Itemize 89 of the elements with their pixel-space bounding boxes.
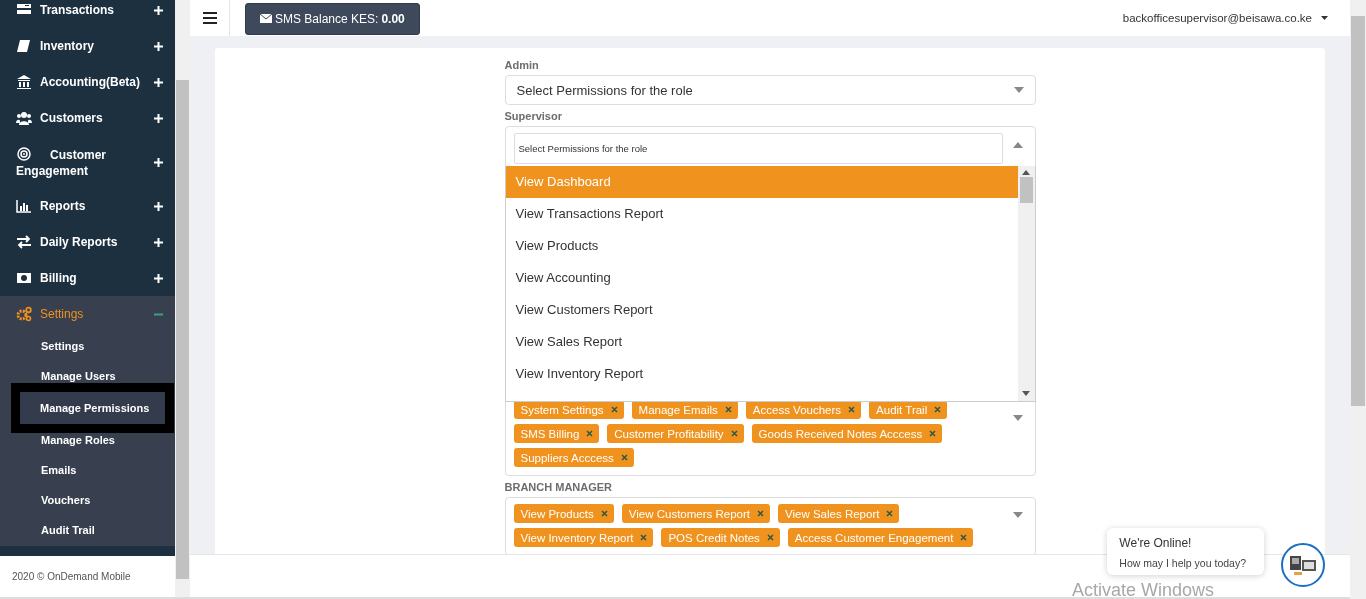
remove-icon[interactable] [960, 534, 968, 541]
permission-tag: Manage Emails [631, 400, 738, 419]
submenu-item[interactable]: Audit Trail [21, 514, 162, 546]
people-icon [16, 110, 32, 126]
sidebar-item[interactable]: Transactions [0, 0, 175, 28]
caret-down-icon[interactable] [1012, 512, 1023, 518]
gears-icon [16, 306, 32, 322]
sidebar-item[interactable]: Accounting(Beta) [0, 64, 175, 100]
user-menu[interactable]: backofficesupervisor@beisawa.co.ke [1122, 12, 1328, 24]
plus-icon [154, 41, 163, 51]
submenu-item[interactable]: Manage Roles [21, 424, 162, 456]
remove-icon[interactable] [848, 406, 856, 413]
option-item[interactable]: View Customers Report [505, 294, 1018, 326]
scroll-down-icon[interactable] [1022, 391, 1030, 396]
option-item[interactable]: View Accounting [505, 262, 1018, 294]
scroll-thumb[interactable] [1019, 177, 1033, 203]
caret-down-icon [1321, 16, 1328, 20]
permission-tag: SMS Billing [513, 424, 600, 443]
plus-icon [154, 237, 163, 247]
copyright-text: 2020 © OnDemand Mobile [12, 571, 131, 582]
remove-icon[interactable] [757, 510, 765, 517]
dropdown-scrollbar[interactable] [1017, 166, 1035, 401]
sidebar-item[interactable]: Billing [0, 260, 175, 296]
chat-message: How may I help you today? [1119, 557, 1246, 569]
remove-icon[interactable] [934, 406, 942, 413]
plus-icon [154, 157, 163, 167]
caret-down-icon[interactable] [1012, 415, 1023, 421]
sidebar-item[interactable]: Daily Reports [0, 224, 175, 260]
option-item[interactable]: View Inventory Report [505, 358, 1018, 390]
permission-tag: View Products [513, 504, 614, 523]
role-label: Supervisor [504, 108, 563, 124]
sidebar-item[interactable]: Inventory [0, 28, 175, 64]
remove-icon[interactable] [929, 430, 937, 437]
permission-tag: Suppliers Acccess [513, 448, 634, 467]
submenu-item[interactable]: Vouchers [21, 484, 162, 516]
remove-icon[interactable] [724, 406, 732, 413]
remove-icon[interactable] [620, 454, 628, 461]
option-item[interactable]: View Sales Report [505, 326, 1018, 358]
role-label: BRANCH MANAGER [504, 479, 614, 495]
remove-icon[interactable] [886, 510, 894, 517]
option-item[interactable]: View Transactions Report [505, 198, 1018, 230]
search-field[interactable]: Select Permissions for the role [513, 133, 1003, 164]
plus-icon [154, 77, 163, 87]
banknote-icon [16, 270, 32, 286]
role-label: Admin [504, 57, 540, 73]
permission-tag: Access Customer Engagement [787, 528, 974, 547]
chat-title: We're Online! [1119, 536, 1193, 550]
sidebar-item[interactable]: Customer Engagement [0, 136, 175, 188]
bar-chart-icon [16, 198, 32, 214]
page-scrollbar[interactable] [1350, 0, 1366, 599]
permission-tag: POS Credit Notes [661, 528, 780, 547]
submenu-item[interactable]: Settings [21, 330, 162, 362]
caret-down-icon[interactable] [1013, 87, 1024, 93]
remove-icon[interactable] [730, 430, 738, 437]
permission-tag: View Sales Report [778, 504, 900, 523]
sidebar-item[interactable]: Settings [0, 296, 175, 332]
remove-icon[interactable] [610, 406, 618, 413]
chat-avatar-icon[interactable] [1281, 543, 1325, 587]
plus-icon [154, 273, 163, 283]
plus-icon [154, 201, 163, 211]
remove-icon[interactable] [766, 534, 774, 541]
menu-icon [202, 12, 217, 24]
target-icon [16, 145, 32, 162]
book-icon [16, 38, 32, 54]
caret-up-icon[interactable] [1012, 142, 1023, 148]
remove-icon[interactable] [640, 534, 648, 541]
sidebar-scrollbar[interactable] [175, 0, 190, 599]
permission-tag: Customer Profitability [607, 424, 744, 443]
sms-balance-button[interactable]: SMS Balance KES: 0.00 [245, 2, 420, 35]
submenu-item[interactable]: Manage Users [21, 360, 162, 392]
sidebar-item[interactable]: Customers [0, 100, 175, 136]
permission-select[interactable]: Select Permissions for the role [504, 75, 1036, 105]
submenu-item[interactable]: Manage Permissions [20, 392, 165, 424]
envelope-icon [260, 14, 272, 23]
bank-icon [16, 74, 32, 90]
system-notice: Activate Windows [1071, 580, 1214, 599]
plus-icon [154, 5, 163, 15]
remove-icon[interactable] [600, 510, 608, 517]
permission-tag: View Customers Report [621, 504, 771, 523]
submenu-item[interactable]: Emails [21, 454, 162, 486]
permission-tag: View Inventory Report [513, 528, 654, 547]
permission-tag: Goods Received Notes Acccess [751, 424, 943, 443]
plus-icon [154, 113, 163, 123]
exchange-icon [16, 234, 32, 250]
remove-icon[interactable] [586, 430, 594, 437]
scroll-up-icon[interactable] [1022, 170, 1030, 175]
option-item[interactable]: View Products [505, 230, 1018, 262]
chat-bubble[interactable]: We're Online! How may I help you today? [1107, 528, 1264, 575]
sidebar-item[interactable]: Reports [0, 188, 175, 224]
